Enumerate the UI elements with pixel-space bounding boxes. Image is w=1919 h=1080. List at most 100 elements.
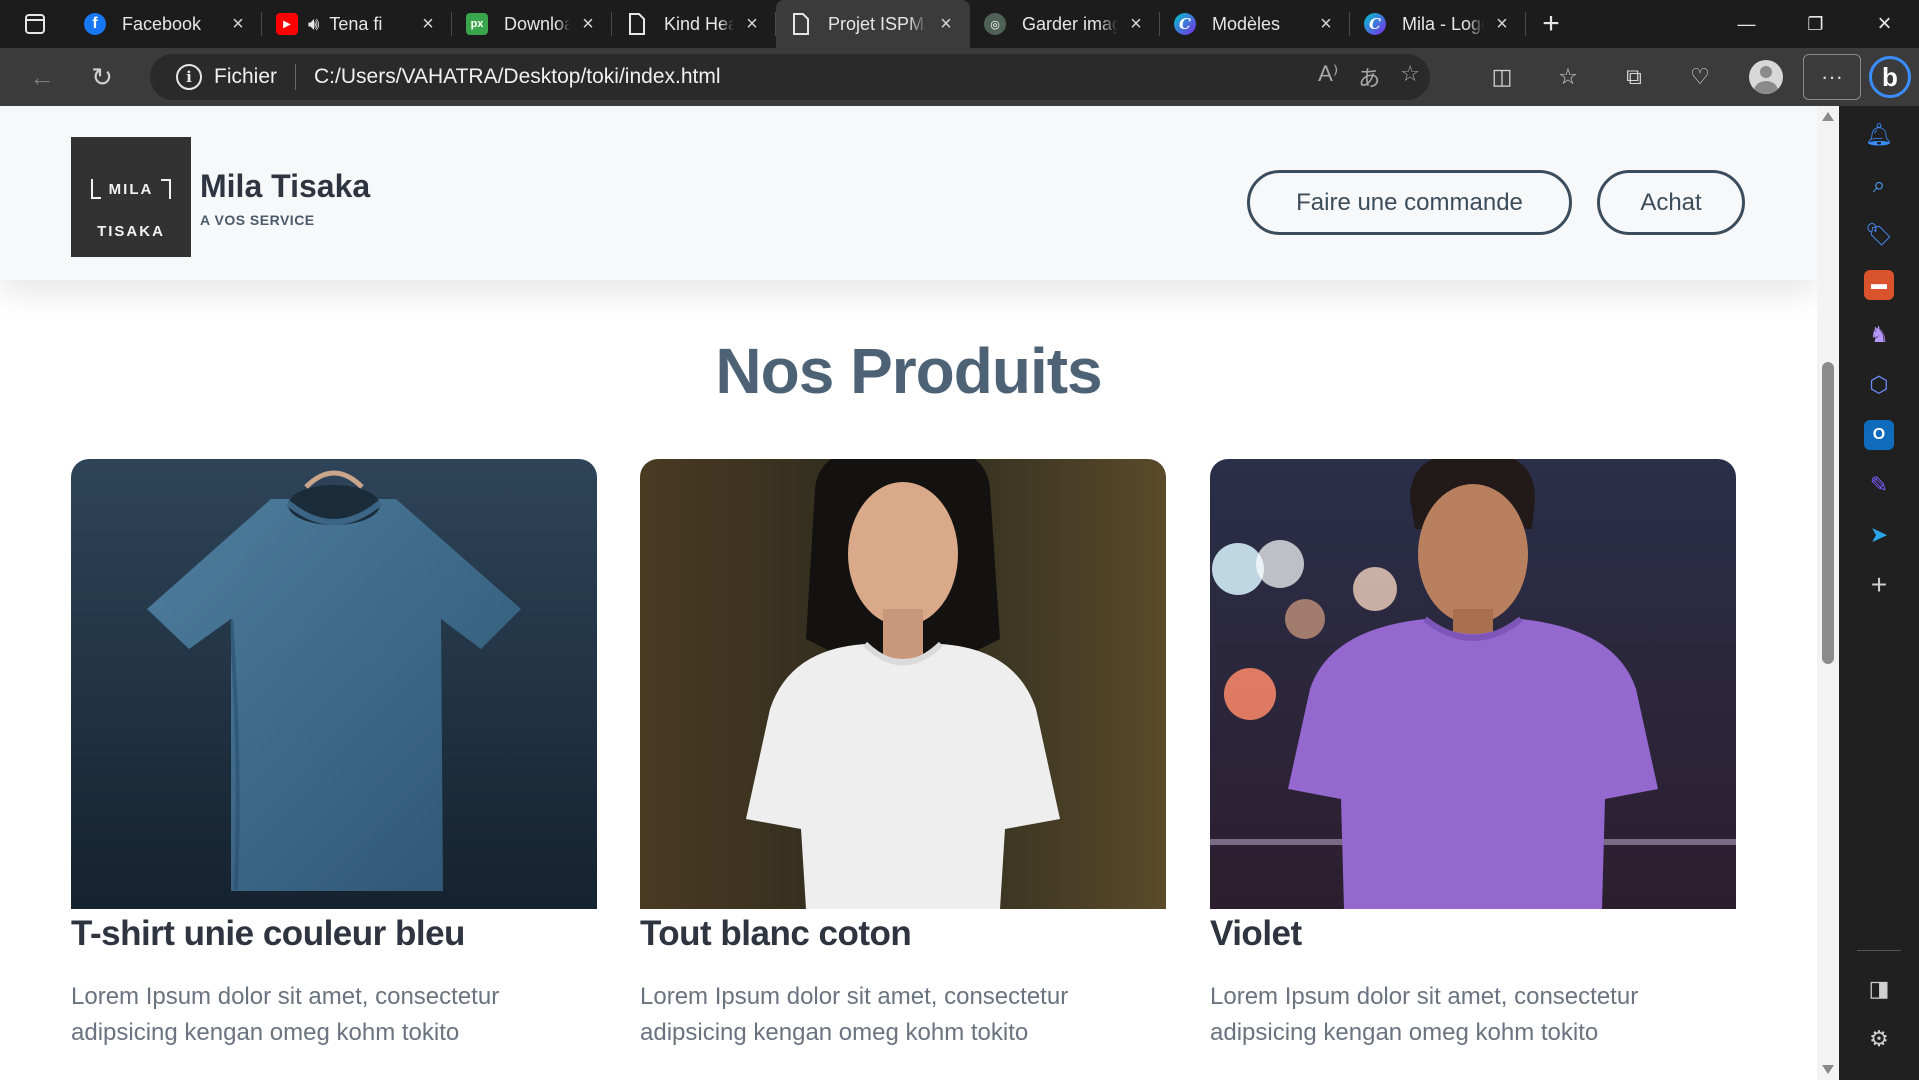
sidebar-divider [1857,950,1901,951]
tab-actions-icon [25,14,45,34]
tab-download[interactable]: px Download A × [452,0,612,48]
tab-bar: f Facebook × ▶ 🔊︎ Tena fi × px Download … [0,0,1919,48]
collections-button[interactable]: ⧉ [1605,54,1663,100]
product-description: Lorem Ipsum dolor sit amet, consectetur … [640,983,1069,1046]
document-icon [626,13,648,35]
profile-button[interactable] [1737,54,1795,100]
close-icon[interactable]: × [1492,13,1512,36]
copilot-icon[interactable]: ⬡ [1864,370,1894,400]
url-text[interactable]: C:/Users/VAHATRA/Desktop/toki/index.html [314,65,721,89]
refresh-button[interactable]: ↻ [74,55,130,99]
add-sidebar-app-icon[interactable]: + [1864,569,1894,600]
tools-briefcase-icon[interactable]: ▬ [1864,270,1894,300]
favorite-star-icon[interactable]: ☆ [1400,61,1420,93]
divider [295,64,297,90]
tab-title: Projet ISPM [828,13,925,34]
close-icon[interactable]: × [418,13,438,36]
address-bar-actions: A⁾ あ ☆ [1318,61,1420,93]
facebook-icon: f [84,13,106,35]
speaker-icon[interactable]: 🔊︎ [308,14,319,35]
plus-icon: + [1542,7,1560,40]
place-order-button[interactable]: Faire une commande [1247,170,1572,235]
new-tab-button[interactable]: + [1526,0,1576,48]
browser-essentials-button[interactable]: ♡ [1671,54,1729,100]
close-icon[interactable]: × [1316,13,1336,36]
tab-youtube[interactable]: ▶ 🔊︎ Tena fi × [262,0,452,48]
page-scrollbar[interactable] [1817,106,1839,1080]
notification-bell-icon[interactable]: 🔔︎ [1864,120,1894,150]
info-icon[interactable]: i [176,64,202,90]
scroll-down-icon[interactable] [1822,1065,1834,1074]
product-image-purple-tshirt[interactable] [1210,459,1736,909]
tab-title: Kind Heart C [664,13,734,34]
tab-title: Tena fi [329,13,383,34]
restore-button[interactable]: ❐ [1781,0,1850,48]
tab-garder-image[interactable]: ◎ Garder imag × [970,0,1160,48]
browser-toolbar: ← ↻ i Fichier C:/Users/VAHATRA/Desktop/t… [0,48,1919,106]
bing-copilot-button[interactable]: b [1861,48,1919,106]
hide-sidebar-icon[interactable]: ◨ [1864,974,1894,1004]
outlook-icon[interactable]: O [1864,420,1894,450]
tab-title: Garder imag [1022,13,1118,34]
split-screen-button[interactable]: ◫ [1473,54,1531,100]
favorites-button[interactable]: ☆ [1539,54,1597,100]
translate-icon[interactable]: あ [1358,61,1380,93]
shopping-tag-icon[interactable]: 🏷︎ [1864,220,1894,250]
toolbar-right: ◫ ☆ ⧉ ♡ ··· [1473,54,1861,100]
edge-sidebar: 🔔︎ ⌕ 🏷︎ ▬ ♞ ⬡ O ✎ ➤ + ◨ ⚙ [1839,106,1919,1080]
tab-title: Modèles [1212,13,1281,34]
product-description: Lorem Ipsum dolor sit amet, consectetur … [1210,983,1639,1046]
product-description: Lorem Ipsum dolor sit amet, consectetur … [71,983,500,1046]
close-icon[interactable]: × [228,13,248,36]
tab-mila-logo[interactable]: C Mila - Logo × [1350,0,1526,48]
product-title: Violet [1210,914,1302,953]
brand-tagline: A VOS SERVICE [200,212,315,228]
more-button[interactable]: ··· [1803,54,1861,100]
tab-actions-menu-button[interactable] [0,0,70,48]
settings-gear-icon[interactable]: ⚙ [1864,1024,1894,1054]
site-header: MILA TISAKA Mila Tisaka A VOS SERVICE Fa… [0,106,1817,280]
refresh-icon: ↻ [91,61,113,92]
tab-facebook[interactable]: f Facebook × [70,0,262,48]
close-icon[interactable]: × [1126,13,1146,36]
document-icon [790,13,812,35]
product-title: T-shirt unie couleur bleu [71,914,465,953]
ellipsis-icon: ··· [1821,64,1843,89]
close-window-button[interactable]: × [1850,0,1919,48]
tab-projet-ispm[interactable]: Projet ISPM × [776,0,970,48]
avatar [1749,60,1783,94]
games-icon[interactable]: ♞ [1864,320,1894,350]
favorites-icon: ☆ [1558,64,1578,89]
brand-logo[interactable]: MILA TISAKA [71,137,191,257]
page-viewport: MILA TISAKA Mila Tisaka A VOS SERVICE Fa… [0,106,1839,1080]
minimize-button[interactable]: — [1712,0,1781,48]
product-image-blue-tshirt[interactable] [71,459,597,909]
product-title: Tout blanc coton [640,914,912,953]
window-controls: — ❐ × [1712,0,1919,48]
bing-icon: b [1869,56,1911,98]
brand-name: Mila Tisaka [200,168,371,204]
close-icon[interactable]: × [742,13,762,36]
buy-button[interactable]: Achat [1597,170,1745,235]
address-bar[interactable]: i Fichier C:/Users/VAHATRA/Desktop/toki/… [150,54,1430,100]
canva-icon: C [1174,13,1196,35]
scrollbar-thumb[interactable] [1822,362,1834,664]
purple-tshirt-model-illustration [1210,459,1736,909]
back-button[interactable]: ← [14,55,70,99]
close-icon[interactable]: × [578,13,598,36]
scheme-label[interactable]: Fichier [214,65,277,89]
logo-text-top: MILA [108,181,154,198]
product-image-white-tshirt[interactable] [640,459,1166,909]
drop-send-icon[interactable]: ➤ [1864,520,1894,550]
blue-tshirt-illustration [71,459,597,909]
designer-icon[interactable]: ✎ [1864,470,1894,500]
scroll-up-icon[interactable] [1822,112,1834,121]
youtube-icon: ▶ [276,13,298,35]
search-icon[interactable]: ⌕ [1864,170,1894,200]
section-title: Nos Produits [715,335,1102,407]
close-icon[interactable]: × [936,13,956,36]
read-aloud-icon[interactable]: A⁾ [1318,61,1338,93]
tab-modeles[interactable]: C Modèles × [1160,0,1350,48]
split-screen-icon: ◫ [1491,64,1513,89]
tab-kind-heart[interactable]: Kind Heart C × [612,0,776,48]
